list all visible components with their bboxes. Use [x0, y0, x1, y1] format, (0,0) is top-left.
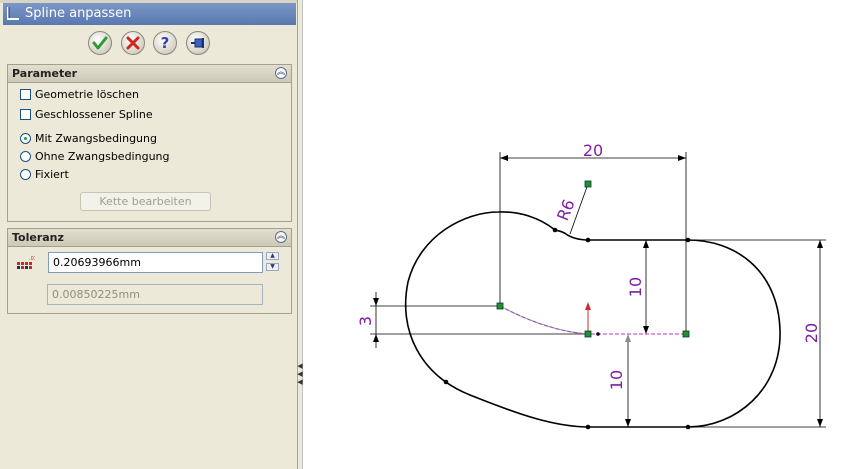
dimension-lines — [370, 152, 826, 428]
fitted-spline[interactable] — [499, 305, 686, 335]
edit-chain-button[interactable]: Kette bearbeiten — [80, 192, 211, 211]
tolerance-icon: .01 — [17, 256, 35, 269]
spin-up-icon: ▲ — [270, 252, 275, 259]
spline-underlay — [499, 305, 589, 335]
tolerance-input[interactable]: 0.20693966mm — [48, 252, 263, 273]
without-constraint-label: Ohne Zwangsbedingung — [35, 150, 170, 163]
parameter-group: Parameter ︽ Geometrie löschen Geschlosse… — [7, 64, 292, 222]
sketch-outer-profile[interactable] — [404, 211, 781, 428]
pushpin-icon — [191, 38, 204, 48]
parameter-group-header[interactable]: Parameter ︽ — [8, 65, 291, 83]
svg-text:.01: .01 — [29, 256, 35, 262]
keep-visible-button[interactable] — [186, 31, 210, 55]
dimension-inner-height[interactable]: 10 — [626, 277, 645, 297]
checkmark-icon — [92, 36, 108, 50]
tolerance-spin-down[interactable]: ▼ — [266, 263, 279, 271]
tolerance-group: Toleranz ︽ .01 0.20693966mm ▲ ▼ 0.008502… — [7, 228, 292, 314]
spline-control-points[interactable] — [496, 180, 690, 338]
dimension-bottom-height[interactable]: 10 — [607, 370, 626, 390]
x-icon — [126, 36, 140, 50]
dimension-right-height[interactable]: 20 — [802, 323, 821, 343]
geometry-delete-label: Geometrie löschen — [35, 88, 139, 101]
dimension-top-width[interactable]: 20 — [583, 141, 603, 160]
closed-spline-label: Geschlossener Spline — [35, 108, 153, 121]
question-icon: ? — [160, 34, 170, 52]
deviation-readonly-field: 0.00850225mm — [47, 284, 263, 305]
help-button[interactable]: ? — [153, 31, 177, 55]
property-manager-title: Spline anpassen — [25, 6, 132, 21]
fixed-label: Fixiert — [35, 168, 69, 181]
fixed-radio[interactable] — [20, 169, 31, 180]
double-chevron-up-icon: ︽ — [277, 67, 285, 76]
ok-button[interactable] — [88, 31, 112, 55]
dimension-arrowheads — [373, 155, 823, 427]
tolerance-spin-up[interactable]: ▲ — [266, 252, 279, 260]
collapse-parameter-button[interactable]: ︽ — [275, 67, 287, 79]
property-manager-title-bar: Spline anpassen — [3, 3, 296, 25]
closed-spline-checkbox[interactable] — [20, 109, 31, 120]
geometry-delete-checkbox[interactable] — [20, 89, 31, 100]
property-manager-panel: Spline anpassen ? Parameter ︽ Geometrie … — [0, 0, 298, 469]
without-constraint-radio[interactable] — [20, 151, 31, 162]
tolerance-group-title: Toleranz — [12, 231, 64, 244]
cancel-button[interactable] — [121, 31, 145, 55]
tolerance-group-header[interactable]: Toleranz ︽ — [8, 229, 291, 247]
spline-feature-icon — [7, 7, 19, 20]
collapse-tolerance-button[interactable]: ︽ — [275, 231, 287, 243]
dimension-left-offset[interactable]: 3 — [356, 316, 375, 326]
with-constraint-label: Mit Zwangsbedingung — [35, 132, 157, 145]
spin-down-icon: ▼ — [270, 263, 275, 270]
sketch-canvas[interactable]: 20 R6 10 20 3 10 — [303, 0, 860, 469]
double-chevron-up-icon: ︽ — [277, 231, 285, 240]
with-constraint-radio[interactable] — [20, 133, 31, 144]
parameter-group-title: Parameter — [12, 67, 78, 80]
spline-handle-arrow[interactable] — [585, 302, 591, 334]
